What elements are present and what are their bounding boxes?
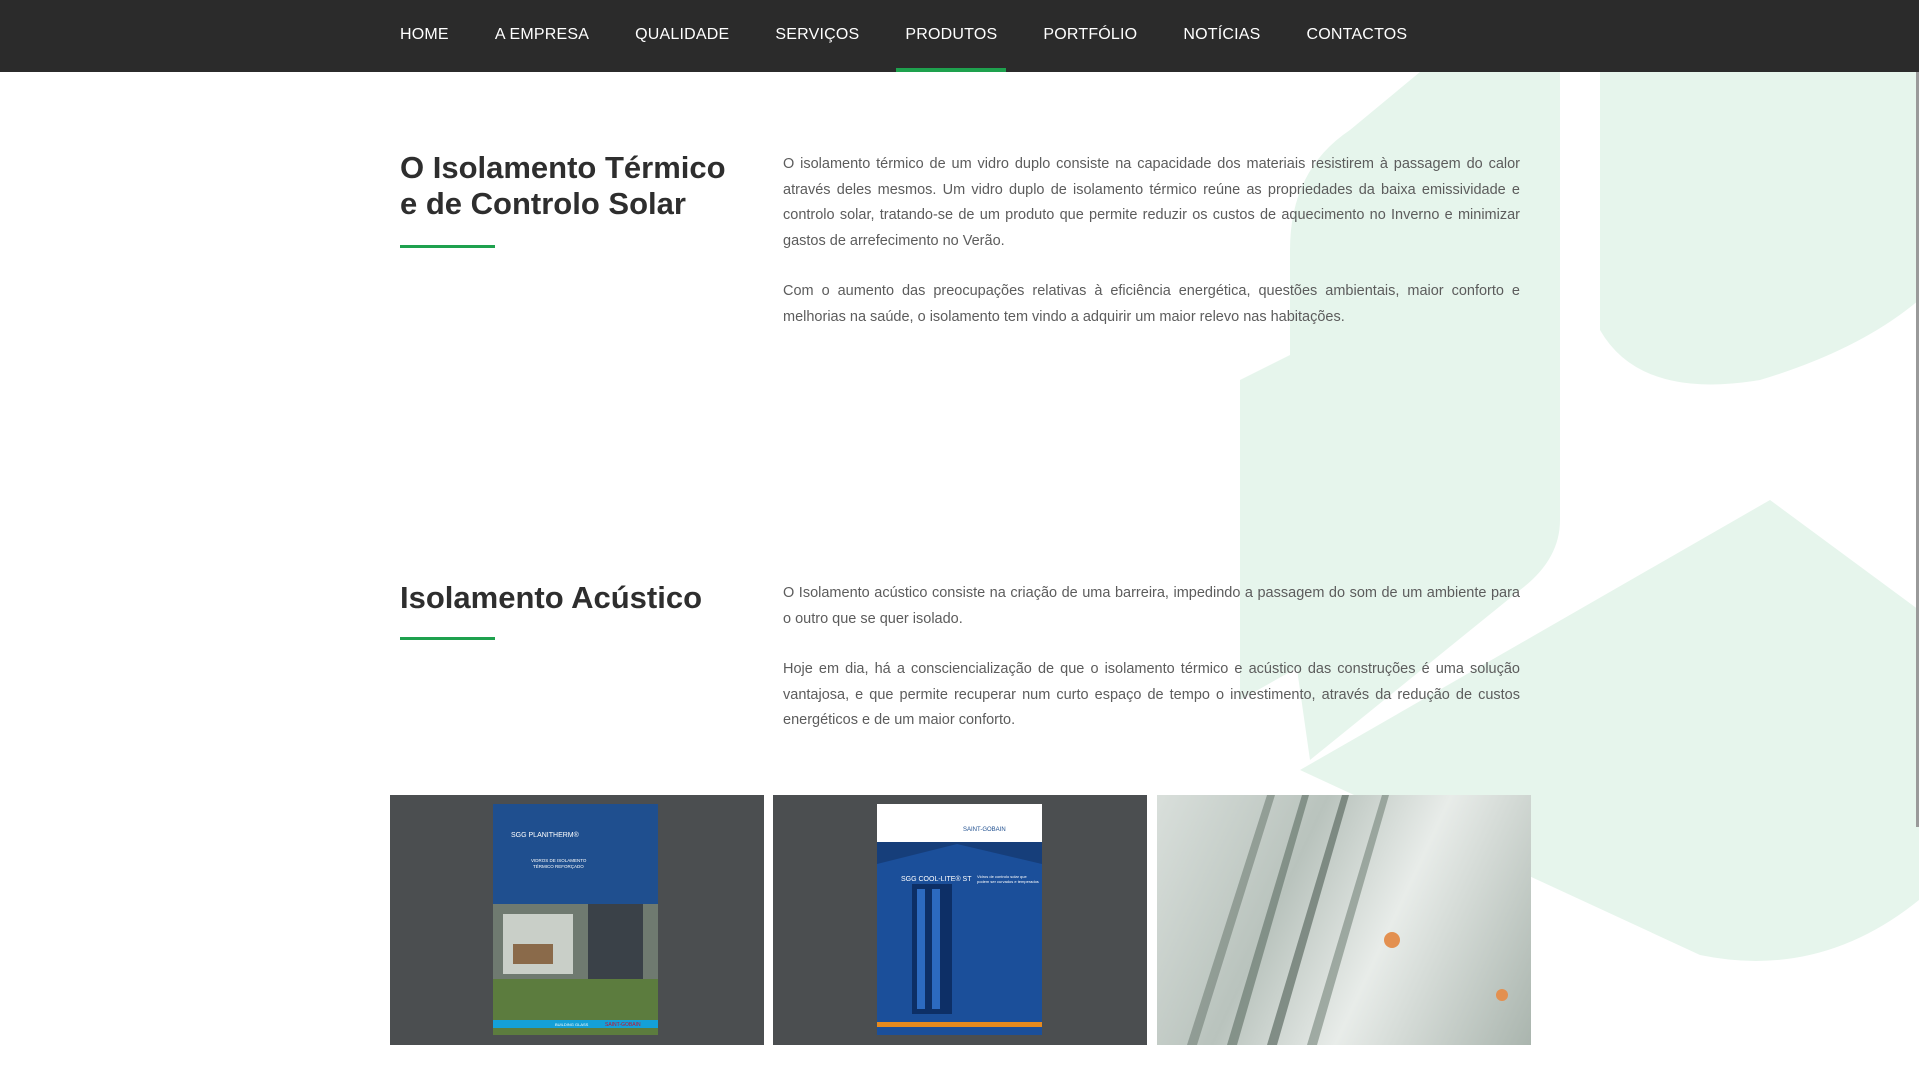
thermal-title-line2: e de Controlo Solar [400, 186, 686, 221]
nav-item-home[interactable]: HOME [400, 0, 472, 72]
nav-item-notícias[interactable]: NOTÍCIAS [1160, 0, 1283, 72]
main-navigation: HOME A EMPRESA QUALIDADE SERVIÇOS PRODUTOS PO… [0, 0, 1919, 72]
nav-item-portfólio[interactable]: PORTFÓLIO [1020, 0, 1160, 72]
acoustic-section-title: Isolamento Acústico [400, 580, 703, 615]
thermal-paragraph-2: Com o aumento das preocupações relativas… [783, 283, 1520, 325]
thermal-paragraph-1: O isolamento térmico de um vidro duplo c… [783, 156, 1520, 249]
planitherm-subtitle-2: TÉRMICO REFORÇADO [533, 863, 584, 869]
nav-item-qualidade[interactable]: QUALIDADE [612, 0, 752, 72]
acoustic-paragraph-1: O Isolamento acústico consiste na criaçã… [783, 585, 1520, 627]
planitherm-brochure-image: SGG PLANITHERM® VIDROS DE ISOLAMENTO TÉR… [493, 804, 658, 1035]
gallery-tile-cool-lite[interactable]: SAINT-GOBAIN SGG COOL-LITE® ST Vidros de… [773, 795, 1147, 1045]
saint-gobain-logo: SAINT-GOBAIN [605, 1022, 641, 1028]
acoustic-paragraph-2: Hoje em dia, há a consciencialização de … [783, 661, 1520, 728]
cool-lite-brochure-image: SAINT-GOBAIN SGG COOL-LITE® ST Vidros de… [877, 804, 1042, 1035]
thermal-title-line1: O Isolamento Térmico [400, 150, 726, 185]
cool-lite-brand-text: SGG COOL-LITE® ST [901, 875, 972, 883]
thermal-section-title: O Isolamento Térmico e de Controlo Solar [400, 150, 740, 222]
nav-item-a-empresa[interactable]: A EMPRESA [472, 0, 612, 72]
nav-item-contactos[interactable]: CONTACTOS [1284, 0, 1431, 72]
planitherm-subtitle-1: VIDROS DE ISOLAMENTO [531, 858, 587, 863]
gallery-tile-glass[interactable] [1157, 795, 1531, 1045]
saint-gobain-logo: SAINT-GOBAIN [963, 827, 1006, 833]
nav-item-produtos[interactable]: PRODUTOS [882, 0, 1020, 72]
nav-item-serviços[interactable]: SERVIÇOS [752, 0, 882, 72]
planitherm-footer-label: BUILDING GLASS [555, 1022, 589, 1027]
acoustic-title-underline [400, 637, 495, 640]
planitherm-brand-text: SGG PLANITHERM® [511, 831, 580, 839]
glass-panes-illustration [1187, 795, 1508, 1045]
thermal-title-underline [400, 245, 495, 248]
gallery-tile-planitherm[interactable]: SGG PLANITHERM® VIDROS DE ISOLAMENTO TÉR… [390, 795, 764, 1045]
cool-lite-subtitle: Vidros de controlo solar que podem ser c… [977, 874, 1039, 884]
